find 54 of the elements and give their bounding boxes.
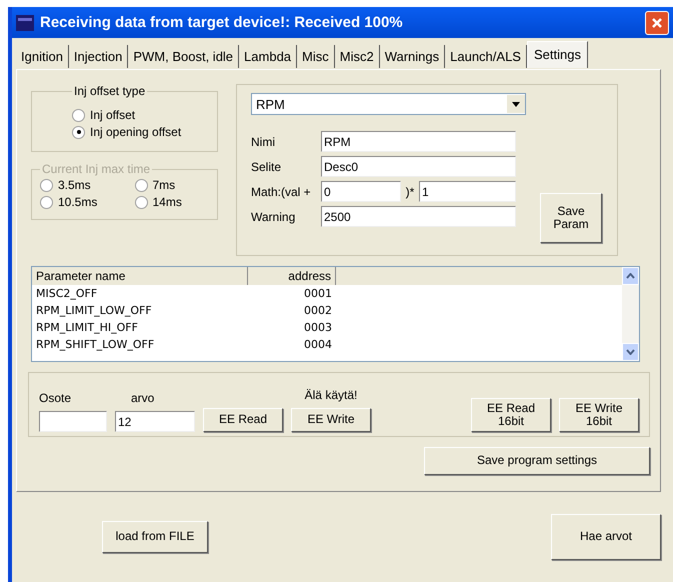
parameter-dropdown[interactable]: RPM <box>251 93 526 115</box>
group-title: Current Inj max time <box>41 162 152 176</box>
fetch-values-button[interactable]: Hae arvot <box>551 514 661 560</box>
field-label: Warning <box>251 210 296 224</box>
scroll-up-button[interactable] <box>622 267 639 285</box>
ee-write-16bit-button[interactable]: EE Write 16bit <box>559 398 639 432</box>
input-field[interactable]: 12 <box>115 411 195 432</box>
scroll-down-button[interactable] <box>622 343 639 361</box>
table-cell-text: RPM_LIMIT_HI_OFF <box>35 321 139 334</box>
field-label: Nimi <box>251 134 276 148</box>
table-cell-text: 0003 <box>303 321 333 334</box>
input-field[interactable]: 1 <box>419 181 516 202</box>
table-cell-text: RPM_SHIFT_LOW_OFF <box>35 338 156 351</box>
tab[interactable]: Settings <box>526 41 588 68</box>
radio-label: 14ms <box>152 195 182 209</box>
field-label: Math:(val + <box>251 184 312 198</box>
radio-button[interactable] <box>72 108 85 122</box>
input-field[interactable]: RPM <box>321 131 516 152</box>
input-field[interactable]: Desc0 <box>321 156 516 177</box>
group-title: Inj offset type <box>73 84 146 98</box>
input-field[interactable]: 0 <box>321 181 401 202</box>
field-label: Selite <box>251 160 282 174</box>
input-field[interactable] <box>39 411 107 432</box>
close-icon <box>651 16 663 28</box>
radio-label: 3.5ms <box>58 178 91 192</box>
table-cell-text: 0002 <box>303 304 333 317</box>
ee-read-16bit-button[interactable]: EE Read 16bit <box>471 398 551 432</box>
column-header[interactable]: address <box>248 267 336 285</box>
table-cell-text: 0001 <box>303 287 333 300</box>
radio-label: 7ms <box>152 178 176 192</box>
radio-label: Inj opening offset <box>90 125 182 139</box>
load-file-button[interactable]: load from FILE <box>102 521 208 553</box>
table-cell-text: MISC2_OFF <box>35 287 98 300</box>
save-settings-button[interactable]: Save program settings <box>424 447 650 475</box>
save-param-button[interactable]: Save Param <box>540 193 602 243</box>
table-cell-text: 0004 <box>303 338 333 351</box>
ee-read-button[interactable]: EE Read <box>203 408 283 432</box>
field-label: Osote <box>39 391 72 405</box>
input-field[interactable]: 2500 <box>321 206 516 227</box>
radio-label: Inj offset <box>90 108 136 122</box>
field-label: arvo <box>130 391 154 405</box>
column-header[interactable]: Parameter name <box>32 267 248 285</box>
caret-down-icon <box>626 349 635 355</box>
ee-write-button[interactable]: EE Write <box>291 408 371 432</box>
field-label: )* <box>404 184 416 198</box>
radio-label: 10.5ms <box>58 195 98 209</box>
warning-text: Älä käytä! <box>304 388 358 402</box>
app-icon <box>16 14 34 30</box>
table-cell-text: RPM_LIMIT_LOW_OFF <box>35 304 153 317</box>
window-title: Receiving data from target device!: Received 100% <box>40 14 404 31</box>
caret-up-icon <box>626 273 635 279</box>
tab[interactable]: Warnings <box>380 45 446 68</box>
radio-button[interactable] <box>72 126 85 138</box>
close-button[interactable] <box>645 10 669 34</box>
